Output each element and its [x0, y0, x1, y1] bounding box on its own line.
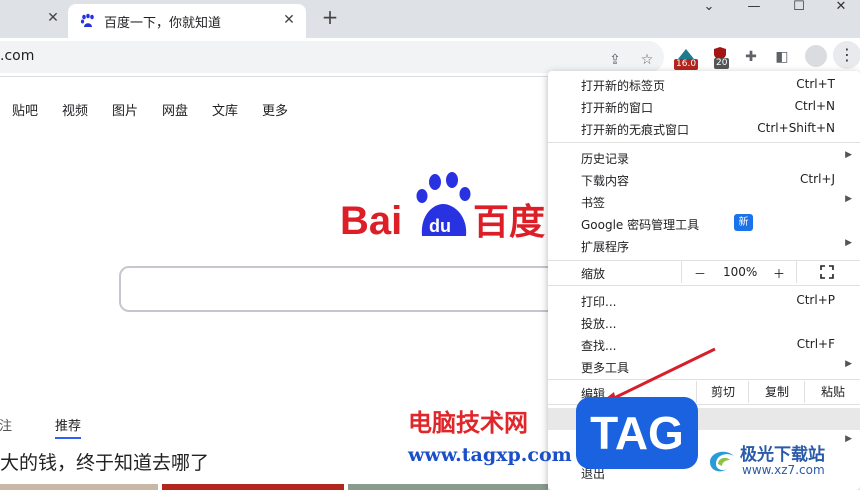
- watermark-site-url: www.tagxp.com: [408, 444, 572, 466]
- watermark-tag-logo: TAG: [576, 397, 698, 469]
- watermark-xz-logo: 极光下载站 www.xz7.com: [706, 438, 856, 486]
- watermark-site-name: 电脑技术网: [408, 409, 528, 437]
- xz-site-url: www.xz7.com: [742, 463, 825, 477]
- xz-site-name: 极光下载站: [740, 445, 825, 465]
- aurora-swirl-icon: [710, 451, 734, 472]
